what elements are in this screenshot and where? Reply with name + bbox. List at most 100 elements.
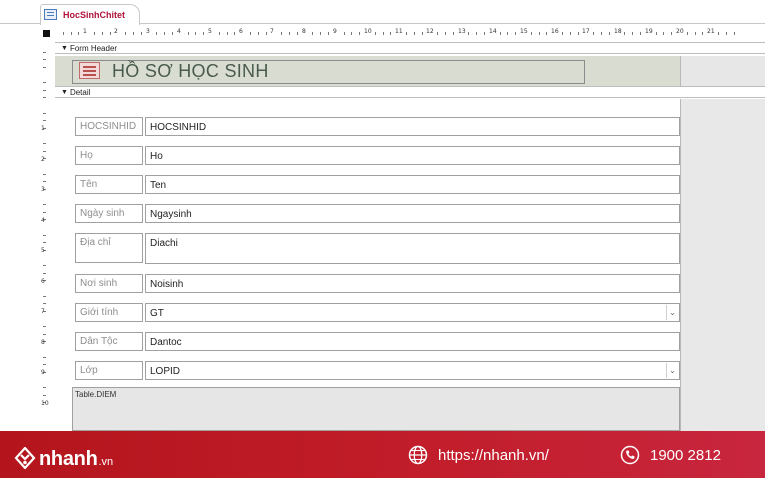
detail-section: HOCSINHID HOCSINHID Họ Ho Tên Ten Ngày s… bbox=[55, 99, 765, 431]
ruler-tick bbox=[188, 32, 189, 35]
ruler-number: 21 bbox=[707, 28, 715, 35]
combo-value: GT bbox=[150, 308, 164, 319]
ruler-tick bbox=[640, 32, 641, 35]
ruler-tick bbox=[43, 151, 46, 152]
ruler-tick bbox=[234, 32, 235, 35]
detail-section-bar[interactable]: ▼ Detail bbox=[55, 86, 765, 98]
ruler-tick bbox=[43, 174, 46, 175]
horizontal-ruler: 1 2 3 4 5 6 7 8 9 10 11 12 13 14 15 16 17 18 19 20 21 bbox=[55, 28, 765, 38]
ruler-tick bbox=[539, 32, 540, 35]
field-control-ten[interactable]: Ten bbox=[145, 175, 680, 194]
ruler-number: 4 bbox=[41, 217, 45, 224]
phone-icon bbox=[620, 445, 640, 465]
ruler-tick bbox=[726, 32, 727, 35]
field-label-lop[interactable]: Lớp bbox=[75, 361, 143, 380]
phone-number: 1900 2812 bbox=[650, 446, 721, 464]
field-control-gt[interactable]: GT ⌄ bbox=[145, 303, 680, 322]
ruler-tick bbox=[110, 32, 111, 35]
field-control-lopid[interactable]: LOPID ⌄ bbox=[145, 361, 680, 380]
combo-value: LOPID bbox=[150, 366, 181, 377]
subform-table-diem[interactable]: Table.DIEM bbox=[72, 387, 680, 431]
ruler-tick bbox=[562, 32, 563, 35]
ruler-number: 19 bbox=[645, 28, 653, 35]
ruler-tick bbox=[43, 265, 46, 266]
ruler-tick bbox=[102, 32, 103, 35]
tab-label: HocSinhChitet bbox=[63, 10, 125, 20]
chevron-down-icon[interactable]: ⌄ bbox=[666, 305, 678, 320]
ruler-tick bbox=[43, 273, 46, 274]
ruler-tick bbox=[422, 32, 423, 35]
page-title[interactable]: HỒ SƠ HỌC SINH bbox=[112, 61, 269, 82]
ruler-number: 20 bbox=[676, 28, 684, 35]
ruler-number: 3 bbox=[146, 28, 150, 35]
field-control-dantoc[interactable]: Dantoc bbox=[145, 332, 680, 351]
ruler-tick bbox=[43, 52, 46, 53]
field-label-hocsinhid[interactable]: HOCSINHID bbox=[75, 117, 143, 136]
field-label-diachi[interactable]: Địa chỉ bbox=[75, 233, 143, 263]
ruler-tick bbox=[43, 90, 46, 91]
field-control-ngaysinh[interactable]: Ngaysinh bbox=[145, 204, 680, 223]
ruler-tick bbox=[390, 32, 391, 35]
ruler-tick bbox=[43, 303, 46, 304]
nhanh-logo-icon bbox=[14, 447, 36, 469]
ruler-tick bbox=[359, 32, 360, 35]
ruler-number: 6 bbox=[239, 28, 243, 35]
ruler-tick bbox=[453, 32, 454, 35]
ruler-tick bbox=[43, 97, 46, 98]
vertical-ruler: 1 2 3 4 5 6 7 8 9 10 bbox=[40, 44, 54, 432]
website-url: https://nhanh.vn/ bbox=[438, 446, 549, 464]
ruler-tick bbox=[289, 32, 290, 35]
field-label-gioitinh[interactable]: Giới tính bbox=[75, 303, 143, 322]
ruler-tick bbox=[250, 32, 251, 35]
ruler-tick bbox=[484, 32, 485, 35]
field-label-ten[interactable]: Tên bbox=[75, 175, 143, 194]
access-form-designer: HocSinhChitet 1 2 3 4 5 6 7 8 9 10 11 12 13 14 15 16 17 1… bbox=[0, 0, 765, 478]
ruler-tick bbox=[281, 32, 282, 35]
ruler-tick bbox=[718, 32, 719, 35]
ruler-tick bbox=[78, 32, 79, 35]
section-arrow-icon: ▼ bbox=[61, 88, 68, 96]
header-right-gutter bbox=[680, 56, 765, 86]
ruler-number: 12 bbox=[426, 28, 434, 35]
ruler-number: 5 bbox=[208, 28, 212, 35]
brand-logo[interactable]: nhanh .vn bbox=[14, 443, 113, 471]
tab-hocsinhchitet[interactable]: HocSinhChitet bbox=[40, 4, 140, 25]
field-label-ho[interactable]: Họ bbox=[75, 146, 143, 165]
ruler-number: 10 bbox=[41, 400, 49, 407]
field-label-dantoc[interactable]: Dân Tộc bbox=[75, 332, 143, 351]
ruler-tick bbox=[437, 32, 438, 35]
field-control-hocsinhid[interactable]: HOCSINHID bbox=[145, 117, 680, 136]
ruler-tick bbox=[258, 32, 259, 35]
ruler-tick bbox=[43, 395, 46, 396]
form-selector[interactable] bbox=[43, 30, 50, 37]
detail-right-gutter bbox=[680, 99, 765, 431]
field-label-ngaysinh[interactable]: Ngày sinh bbox=[75, 204, 143, 223]
ruler-number: 1 bbox=[83, 28, 87, 35]
ruler-tick bbox=[445, 32, 446, 35]
ruler-number: 7 bbox=[270, 28, 274, 35]
ruler-tick bbox=[43, 67, 46, 68]
chevron-down-icon[interactable]: ⌄ bbox=[666, 363, 678, 378]
ruler-tick bbox=[476, 32, 477, 35]
website-link[interactable]: https://nhanh.vn/ bbox=[408, 445, 549, 465]
ruler-tick bbox=[383, 32, 384, 35]
ruler-tick bbox=[94, 32, 95, 35]
field-control-diachi[interactable]: Diachi bbox=[145, 233, 680, 264]
ruler-tick bbox=[515, 32, 516, 35]
ruler-number: 11 bbox=[395, 28, 403, 35]
ruler-number: 13 bbox=[458, 28, 466, 35]
field-control-noisinh[interactable]: Noisinh bbox=[145, 274, 680, 293]
ruler-number: 14 bbox=[489, 28, 497, 35]
ruler-tick bbox=[43, 143, 46, 144]
ruler-tick bbox=[43, 113, 46, 114]
ruler-tick bbox=[320, 32, 321, 35]
phone-contact[interactable]: 1900 2812 bbox=[620, 445, 721, 465]
form-header-label: Form Header bbox=[69, 43, 118, 53]
field-label-noisinh[interactable]: Nơi sinh bbox=[75, 274, 143, 293]
ruler-tick bbox=[219, 32, 220, 35]
ruler-number: 6 bbox=[41, 278, 45, 285]
ruler-tick bbox=[546, 32, 547, 35]
ruler-tick bbox=[133, 32, 134, 35]
field-control-ho[interactable]: Ho bbox=[145, 146, 680, 165]
form-header-section-bar[interactable]: ▼ Form Header bbox=[55, 42, 765, 54]
